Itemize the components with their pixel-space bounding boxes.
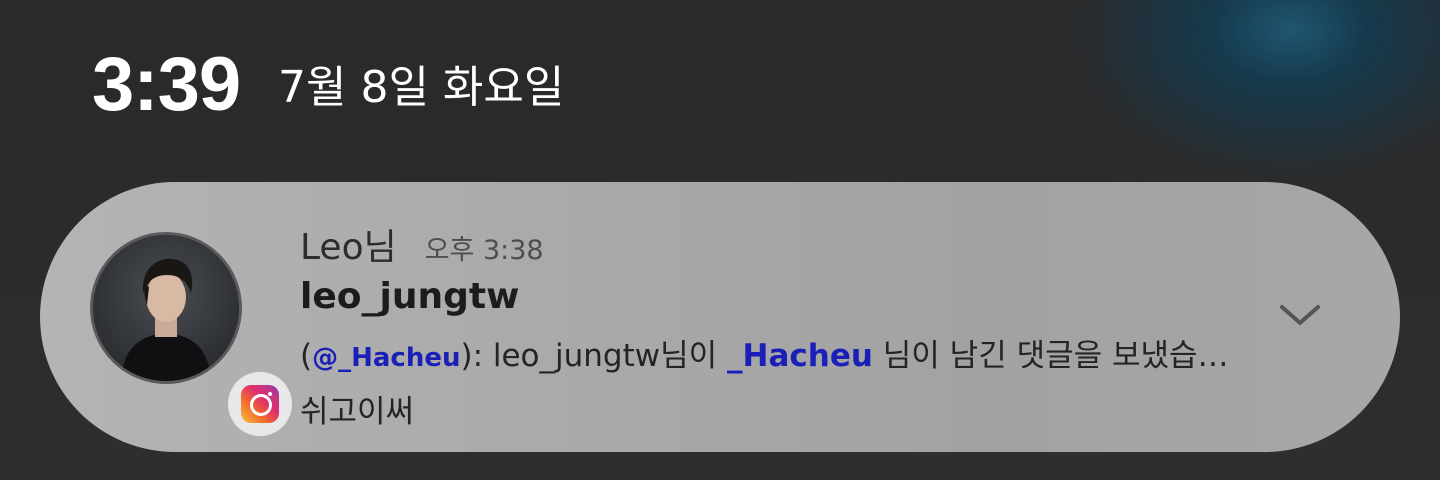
notification-message: (@_Hacheu): leo_jungtw님이 _Hacheu 님이 남긴 댓… <box>300 330 1260 375</box>
avatar-image <box>93 235 239 381</box>
message-open-paren: ( <box>300 338 313 374</box>
mention-handle: @_Hacheu <box>312 343 461 373</box>
notification-time: 오후 3:38 <box>424 235 544 266</box>
expand-button[interactable] <box>1270 290 1330 340</box>
avatar <box>90 232 242 384</box>
mention-name: _Hacheu <box>727 338 873 374</box>
notification-header: Leo님 오후 3:38 <box>300 218 544 270</box>
message-middle: ): leo_jungtw님이 <box>460 338 728 374</box>
notification-card[interactable]: Leo님 오후 3:38 leo_jungtw (@_Hacheu): leo_… <box>40 182 1400 452</box>
message-tail: 님이 남긴 댓글을 보냈습… <box>872 338 1229 374</box>
notification-message-line2: 쉬고이써 <box>300 394 415 430</box>
avatar-container <box>90 232 292 436</box>
status-time: 3:39 <box>92 42 241 127</box>
notification-title: leo_jungtw <box>300 276 520 317</box>
sender-name: Leo님 <box>300 227 397 268</box>
status-date: 7월 8일 화요일 <box>278 62 565 113</box>
chevron-down-icon <box>1280 305 1320 325</box>
instagram-icon <box>228 372 292 436</box>
